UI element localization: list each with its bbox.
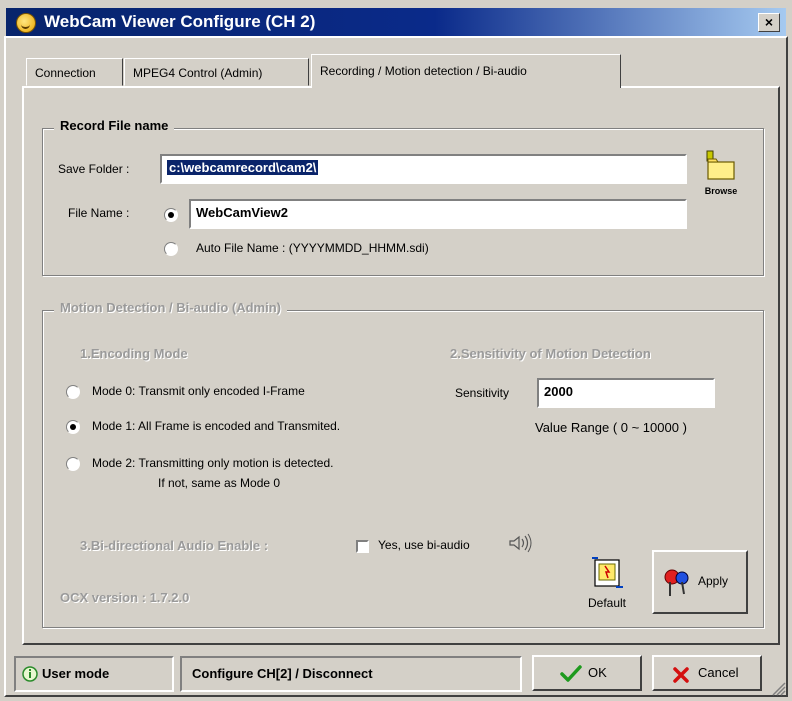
file-name-radio[interactable] bbox=[164, 208, 178, 222]
save-folder-value: c:\webcamrecord\cam2\ bbox=[167, 160, 319, 175]
browse-button[interactable]: Browse bbox=[698, 148, 744, 198]
cancel-button[interactable]: Cancel bbox=[652, 655, 762, 691]
close-button[interactable]: × bbox=[758, 13, 780, 32]
folder-icon bbox=[706, 150, 735, 180]
mode-1-radio[interactable] bbox=[66, 420, 80, 434]
connection-status: Configure CH[2] / Disconnect bbox=[180, 656, 522, 692]
sensitivity-input[interactable]: 2000 bbox=[537, 378, 715, 408]
sensitivity-label: Sensitivity bbox=[455, 386, 510, 400]
user-mode-status: User mode bbox=[14, 656, 174, 692]
mode-0-label: Mode 0: Transmit only encoded I-Frame bbox=[92, 384, 305, 398]
ok-label: OK bbox=[588, 665, 607, 680]
ok-button[interactable]: OK bbox=[532, 655, 642, 691]
tab-mpeg4-control[interactable]: MPEG4 Control (Admin) bbox=[124, 58, 309, 86]
info-icon bbox=[22, 666, 38, 682]
tab-connection[interactable]: Connection bbox=[26, 58, 123, 86]
apply-button[interactable]: Apply bbox=[652, 550, 748, 614]
biaudio-heading: 3.Bi-directional Audio Enable : bbox=[80, 538, 269, 553]
default-label: Default bbox=[587, 596, 627, 610]
sensitivity-heading: 2.Sensitivity of Motion Detection bbox=[450, 346, 651, 361]
biaudio-checkbox-label: Yes, use bi-audio bbox=[378, 538, 470, 552]
apply-label: Apply bbox=[698, 574, 729, 588]
cancel-label: Cancel bbox=[698, 665, 739, 680]
ocx-version-label: OCX version : 1.7.2.0 bbox=[60, 590, 190, 605]
auto-file-name-radio[interactable] bbox=[164, 242, 178, 256]
file-name-input[interactable]: WebCamView2 bbox=[189, 199, 687, 229]
default-button[interactable]: Default bbox=[578, 556, 636, 614]
motion-detection-group-title: Motion Detection / Bi-audio (Admin) bbox=[54, 300, 287, 315]
x-icon bbox=[673, 667, 689, 683]
biaudio-checkbox[interactable] bbox=[356, 540, 369, 553]
browse-label: Browse bbox=[704, 186, 738, 196]
record-file-group-title: Record File name bbox=[54, 118, 175, 133]
webcam-app-icon bbox=[16, 13, 36, 33]
speaker-icon bbox=[509, 533, 532, 553]
auto-file-name-label: Auto File Name : (YYYYMMDD_HHMM.sdi) bbox=[196, 241, 429, 255]
title-bar: WebCam Viewer Configure (CH 2) × bbox=[6, 8, 786, 36]
tab-recording-motion-biaudio[interactable]: Recording / Motion detection / Bi-audio bbox=[311, 54, 621, 88]
mode-0-radio[interactable] bbox=[66, 385, 80, 399]
user-mode-label: User mode bbox=[42, 666, 110, 681]
save-folder-input[interactable]: c:\webcamrecord\cam2\ bbox=[160, 154, 687, 184]
mode-2-label: Mode 2: Transmitting only motion is dete… bbox=[92, 456, 334, 470]
save-folder-label: Save Folder : bbox=[58, 162, 130, 176]
apply-icon bbox=[664, 569, 689, 596]
value-range-label: Value Range ( 0 ~ 10000 ) bbox=[535, 420, 687, 435]
encoding-mode-heading: 1.Encoding Mode bbox=[80, 346, 188, 361]
window-title: WebCam Viewer Configure (CH 2) bbox=[44, 12, 316, 31]
mode-2-radio[interactable] bbox=[66, 457, 80, 471]
check-icon bbox=[560, 665, 582, 682]
default-icon bbox=[592, 557, 623, 588]
resize-grip-icon[interactable] bbox=[770, 680, 786, 696]
mode-1-label: Mode 1: All Frame is encoded and Transmi… bbox=[92, 419, 341, 433]
mode-2-sublabel: If not, same as Mode 0 bbox=[158, 476, 281, 490]
file-name-label: File Name : bbox=[68, 206, 130, 220]
